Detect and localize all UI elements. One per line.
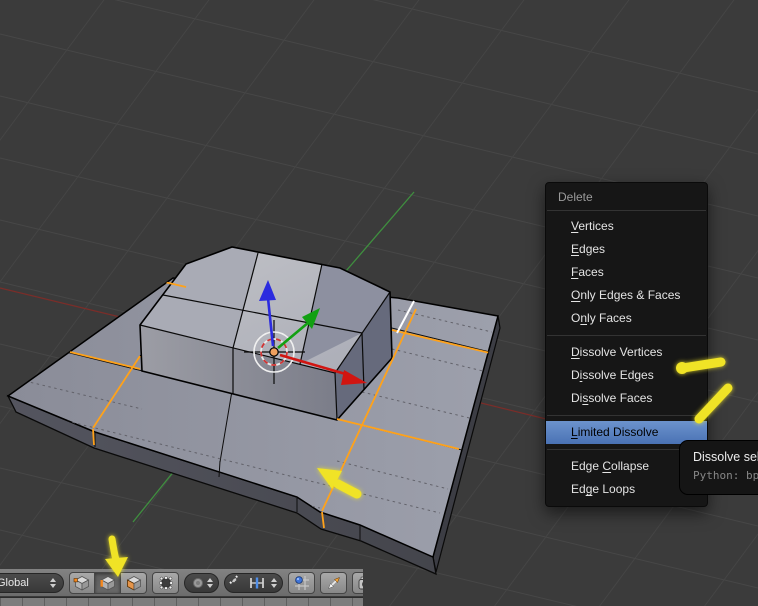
vertex-select-icon — [73, 575, 90, 591]
orientation-stepper[interactable] — [48, 577, 58, 588]
stepper-up-icon[interactable] — [207, 577, 213, 582]
tooltip-python: Python: bp — [693, 469, 758, 482]
stepper-down-icon[interactable] — [207, 583, 213, 588]
proportional-editing-icon — [193, 577, 203, 588]
snap-element-icon[interactable] — [248, 575, 266, 591]
snap-target-button[interactable] — [288, 571, 315, 594]
stepper-up-icon[interactable] — [50, 577, 56, 582]
face-select-icon — [126, 575, 141, 591]
menu-item-edges[interactable]: Edges — [546, 238, 707, 261]
snap-group — [224, 572, 283, 593]
menu-separator — [547, 415, 706, 416]
tooltip: Dissolve sele Python: bp — [679, 440, 758, 495]
edge-select-button[interactable] — [95, 571, 121, 594]
menu-item-faces[interactable]: Faces — [546, 261, 707, 284]
menu-item-dissolve-faces[interactable]: Dissolve Faces — [546, 387, 707, 410]
opengl-render-button[interactable] — [352, 571, 363, 594]
stepper-down-icon[interactable] — [50, 583, 56, 588]
camera-icon — [358, 576, 363, 589]
diagonal-arrows-icon — [327, 576, 340, 589]
menu-item-only-edges-faces[interactable]: Only Edges & Faces — [546, 284, 707, 307]
menu-item-only-faces[interactable]: Only Faces — [546, 307, 707, 330]
occlude-geometry-button[interactable] — [152, 571, 179, 594]
menu-separator — [547, 335, 706, 336]
menu-item-dissolve-edges[interactable]: Dissolve Edges — [546, 364, 707, 387]
orientation-dropdown[interactable]: Global — [0, 572, 64, 593]
delete-menu-title: Delete — [558, 190, 593, 204]
timeline-strip[interactable] — [0, 597, 363, 606]
tooltip-title: Dissolve sele — [693, 450, 758, 464]
face-select-button[interactable] — [121, 571, 147, 594]
blender-window: Delete Vertices Edges Faces Only Edges & Fa… — [0, 0, 758, 606]
edge-select-icon — [100, 575, 115, 591]
proportional-editing-dropdown[interactable] — [184, 572, 219, 593]
menu-item-dissolve-vertices[interactable]: Dissolve Vertices — [546, 341, 707, 364]
menu-item-vertices[interactable]: Vertices — [546, 215, 707, 238]
menu-separator — [547, 210, 706, 211]
snap-target-grid-icon — [294, 575, 309, 590]
stepper-down-icon[interactable] — [271, 583, 277, 588]
vertex-select-button[interactable] — [69, 571, 95, 594]
cursor-center-dot — [269, 347, 279, 357]
snap-stepper[interactable] — [269, 577, 279, 588]
view3d-header-bar: Global — [0, 569, 363, 597]
orientation-value: Global — [0, 576, 29, 589]
proportional-stepper[interactable] — [205, 577, 215, 588]
snap-magnet-icon[interactable] — [228, 574, 245, 591]
align-rotation-button[interactable] — [320, 571, 347, 594]
select-mode-group — [69, 571, 147, 594]
occlude-geometry-icon — [158, 575, 173, 590]
stepper-up-icon[interactable] — [271, 577, 277, 582]
